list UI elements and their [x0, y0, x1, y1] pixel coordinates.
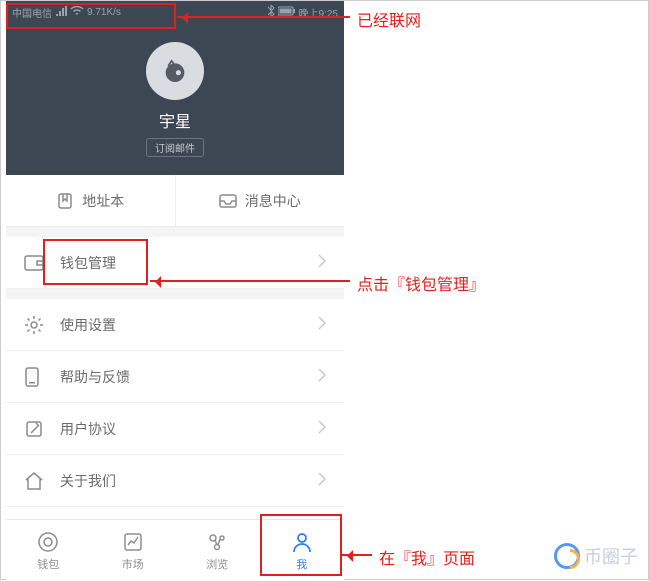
wifi-icon	[70, 6, 84, 19]
wallet-nav-icon	[36, 530, 60, 554]
me-nav-icon	[290, 530, 314, 554]
nav-market-label: 市场	[122, 556, 144, 572]
speed-label: 9.71K/s	[87, 7, 121, 18]
help-feedback-row[interactable]: 帮助与反馈	[6, 351, 344, 403]
bottom-nav: 钱包 市场 浏览 我	[6, 519, 344, 581]
nav-wallet[interactable]: 钱包	[6, 520, 91, 581]
nav-market[interactable]: 市场	[91, 520, 176, 581]
subscribe-button[interactable]: 订阅邮件	[146, 138, 204, 157]
annotation-arrow-wallet	[150, 280, 350, 282]
help-feedback-label: 帮助与反馈	[60, 367, 318, 387]
annotation-on-me-page: 在『我』页面	[379, 545, 475, 569]
browse-nav-icon	[205, 530, 229, 554]
home-icon	[24, 471, 44, 491]
chevron-right-icon	[318, 316, 326, 333]
help-icon	[24, 367, 44, 387]
about-us-label: 关于我们	[60, 471, 318, 491]
username-label: 宇星	[159, 108, 191, 132]
inbox-icon	[219, 192, 237, 210]
message-center-label: 消息中心	[245, 191, 301, 211]
chevron-right-icon	[318, 368, 326, 385]
watermark-text: 币圈子	[584, 543, 638, 569]
watermark-logo-icon	[554, 543, 580, 569]
nav-me-label: 我	[296, 556, 307, 572]
chevron-right-icon	[318, 254, 326, 271]
avatar[interactable]	[146, 42, 204, 100]
bookmark-icon	[56, 192, 74, 210]
annotation-connected: 已经联网	[357, 7, 421, 31]
document-icon	[24, 419, 44, 439]
chevron-right-icon	[318, 472, 326, 489]
carrier-label: 中国电信	[12, 5, 52, 20]
annotation-arrow-status	[177, 16, 350, 18]
wallet-icon	[24, 253, 44, 273]
message-center-button[interactable]: 消息中心	[176, 175, 345, 226]
about-us-row[interactable]: 关于我们	[6, 455, 344, 507]
watermark: 币圈子	[554, 543, 638, 569]
nav-browse-label: 浏览	[206, 556, 228, 572]
user-agreement-label: 用户协议	[60, 419, 318, 439]
wallet-management-label: 钱包管理	[60, 253, 318, 273]
market-nav-icon	[121, 530, 145, 554]
signal-icon	[55, 6, 67, 19]
annotation-click-wallet: 点击『钱包管理』	[357, 271, 485, 295]
nav-me[interactable]: 我	[260, 520, 345, 581]
status-bar: 中国电信 9.71K/s 晚上9:25	[6, 1, 344, 23]
address-book-button[interactable]: 地址本	[6, 175, 176, 226]
profile-header: 宇星 订阅邮件	[6, 23, 344, 175]
gear-icon	[24, 315, 44, 335]
settings-row[interactable]: 使用设置	[6, 299, 344, 351]
nav-wallet-label: 钱包	[37, 556, 59, 572]
annotation-arrow-me	[342, 554, 372, 556]
user-agreement-row[interactable]: 用户协议	[6, 403, 344, 455]
address-book-label: 地址本	[82, 191, 124, 211]
settings-label: 使用设置	[60, 315, 318, 335]
nav-browse[interactable]: 浏览	[175, 520, 260, 581]
chevron-right-icon	[318, 420, 326, 437]
